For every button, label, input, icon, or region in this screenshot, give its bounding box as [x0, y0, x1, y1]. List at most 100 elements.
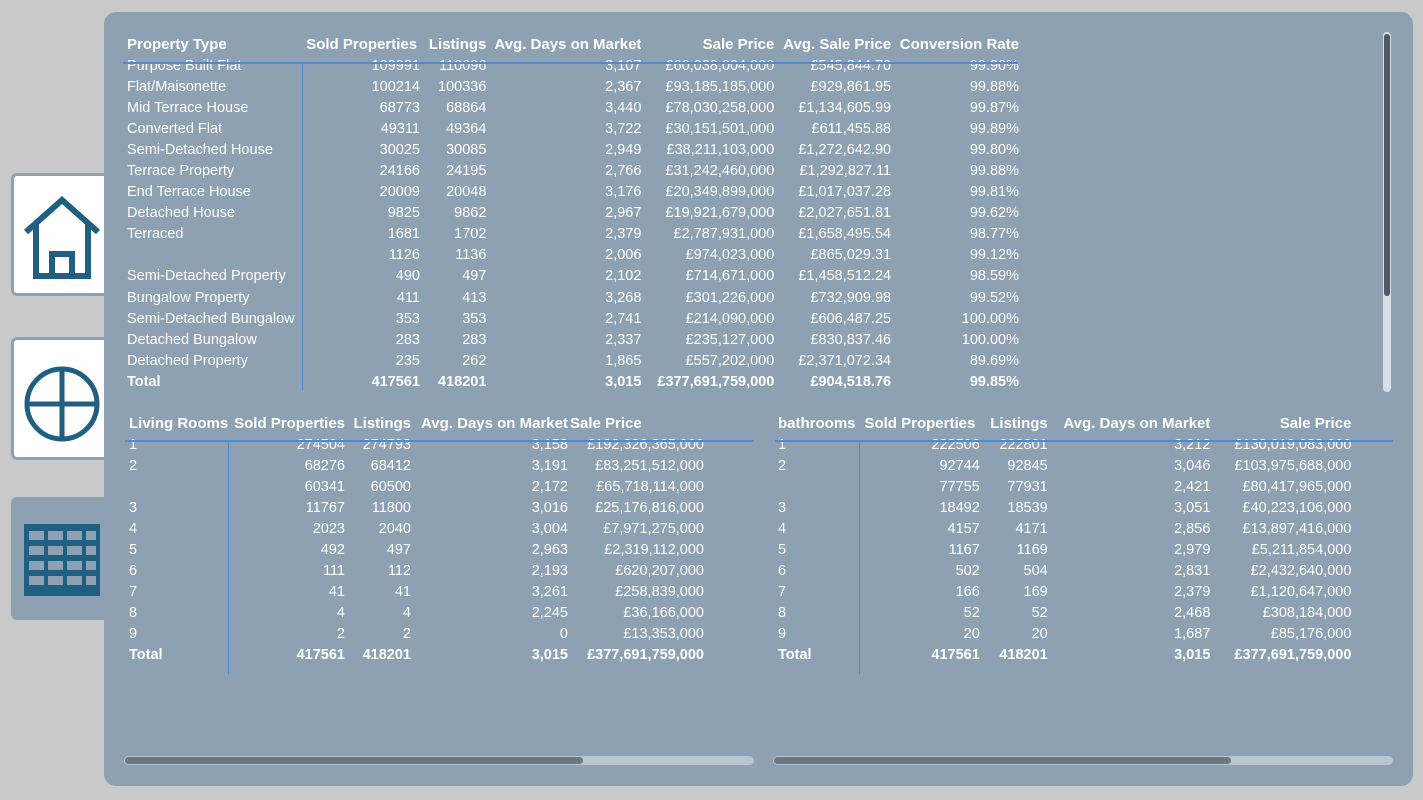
table-row[interactable]: 5 492 497 2,963 £2,319,112,000£4,7 [127, 539, 754, 560]
tab-map-view[interactable] [11, 337, 104, 460]
cell-sold-properties: 4157 [947, 520, 980, 537]
table-row[interactable]: Detached Bungalow 283 283 2,337 £235,127,000… [125, 329, 1019, 350]
table-row[interactable]: Terrace Property 24166 24195 2,766 £31,242,4… [125, 160, 1019, 181]
table-row[interactable]: 7 166 169 2,379 £1,120,647,000£6,75 [776, 582, 1394, 603]
table-row[interactable]: 2 92744 92845 3,046 £103,975,688,000£1,12 [776, 455, 1394, 476]
column-header-living-rooms[interactable]: Living Rooms [127, 412, 229, 434]
column-header-sold-properties[interactable]: Sold Properties [229, 412, 345, 434]
table-row[interactable]: 8 52 52 2,468 £308,184,000£5,92 [776, 603, 1394, 624]
table-row[interactable]: 4 2023 2040 3,004 £7,971,275,000£3,9 [127, 518, 754, 539]
living-rooms-table[interactable]: Living Rooms Sold Properties Listings Avg. … [127, 412, 754, 680]
table-row[interactable]: 6 111 112 2,193 £620,207,000£5,5 [127, 561, 754, 582]
column-header-conversion-rate[interactable]: Conversion Rate [891, 33, 1019, 55]
cell-sale-price: £557,202,000 [685, 352, 775, 369]
cell-sale-price: £13,353,000 [623, 626, 704, 643]
column-divider [302, 63, 303, 390]
cell-avg-sa: £4,25 [1351, 624, 1394, 645]
table-row[interactable]: 8 4 4 2,245 £36,166,000£9,0 [127, 603, 754, 624]
cell-sale-price: £7,971,275,000 [603, 520, 704, 537]
table-row[interactable]: 60341 60500 2,172 £65,718,114,000£1,0 [127, 476, 754, 497]
table-row[interactable]: Detached House 9825 9862 2,967 £19,921,679,0… [125, 203, 1019, 224]
cell-sold-properties: 274504 [296, 436, 345, 453]
column-header-property-type[interactable]: Property Type [125, 33, 304, 55]
cell-avg-sale-price: £1,458,512.24 [798, 268, 892, 285]
table-row[interactable]: 3 18492 18539 3,051 £40,223,106,000£2,17 [776, 497, 1394, 518]
tab-property-type[interactable] [11, 173, 104, 296]
cell-avg-days-on-market: 2,949 [605, 141, 642, 158]
column-header-sale-price[interactable]: Sale Price▼ [568, 412, 704, 435]
cell-sold-properties: 11767 [305, 499, 345, 516]
horizontal-scrollbar-right[interactable] [773, 756, 1393, 765]
cell-avg-s: £9,0 [704, 603, 754, 624]
scrollbar-thumb[interactable] [774, 757, 1231, 764]
cell-conversion-rate: 99.81% [969, 184, 1019, 201]
table-row[interactable]: Terraced 1681 1702 2,379 £2,787,931,000 £1,65… [125, 224, 1019, 245]
cell-listings: 18539 [1007, 499, 1048, 516]
cell-conversion-rate: 99.90% [969, 57, 1019, 74]
table-row[interactable]: 1 274504 274793 3,158 £192,326,365,000£70 [127, 434, 754, 455]
scrollbar-thumb[interactable] [125, 757, 583, 764]
table-row[interactable]: 5 1167 1169 2,979 £5,211,854,000£4,46 [776, 539, 1394, 560]
column-header-listings[interactable]: Listings [980, 412, 1048, 434]
table-total-row[interactable]: Total4175614182013,015£377,691,759,000£9… [125, 371, 1019, 392]
vertical-scrollbar[interactable] [1383, 32, 1391, 392]
column-header-avg-days-on-market[interactable]: Avg. Days on Market [411, 412, 568, 434]
column-header-sold-properties[interactable]: Sold Properties▼ [862, 412, 979, 435]
column-header-listings[interactable]: Listings [345, 412, 411, 434]
row-label: Terraced [127, 226, 184, 243]
table-total-row[interactable]: Total4175614182013,015£377,691,759,000£9… [776, 645, 1394, 666]
table-row[interactable]: 77755 77931 2,421 £80,417,965,000£1,03 [776, 476, 1394, 497]
table-row[interactable]: 9 20 20 1,687 £85,176,000£4,25 [776, 624, 1394, 645]
table-row[interactable]: 1 222506 222801 3,212 £130,019,083,000£58 [776, 434, 1394, 455]
column-header-sale-price[interactable]: Sale Price [641, 33, 775, 55]
table-total-row[interactable]: Total4175614182013,015£377,691,759,000£9… [127, 645, 754, 666]
table-row[interactable]: Mid Terrace House 68773 68864 3,440 £78,030,… [125, 97, 1019, 118]
table-row[interactable]: 9 2 2 0 £13,353,000£6,6 [127, 624, 754, 645]
table-row[interactable]: Converted Flat 49311 49364 3,722 £30,151,501… [125, 118, 1019, 139]
table-row[interactable]: 4 4157 4171 2,856 £13,897,416,000£3,34 [776, 518, 1394, 539]
bathrooms-table[interactable]: bathroomsSold Properties▼ListingsAvg. Da… [776, 412, 1394, 680]
row-label: 8 [778, 605, 787, 622]
table-row[interactable]: 3 11767 11800 3,016 £25,176,816,000£2,1 [127, 497, 754, 518]
table-row[interactable]: 6 502 504 2,831 £2,432,640,000£4,84 [776, 561, 1394, 582]
cell-listings: 77931 [1007, 478, 1048, 495]
table-row[interactable]: Semi-Detached Bungalow 353 353 2,741 £214,09… [125, 308, 1019, 329]
table-row[interactable]: Detached Property 235 262 1,865 £557,202,000… [125, 350, 1019, 371]
table-row[interactable]: 7 41 41 3,261 £258,839,000£6,3 [127, 582, 754, 603]
cell-listings: 30085 [446, 141, 487, 158]
table-row[interactable]: 2 68276 68412 3,191 £83,251,512,000£1,2 [127, 455, 754, 476]
header-divider [775, 440, 1393, 442]
property-type-table[interactable]: Property TypeSold Properties▼ListingsAvg… [125, 33, 1025, 395]
column-header-sale-price[interactable]: Sale Price [1210, 412, 1352, 434]
table-row[interactable]: Semi-Detached Property 490 497 2,102 £714,67… [125, 266, 1019, 287]
cell-listings: 68864 [446, 99, 487, 116]
cell-conversion-rate: 100.00% [961, 331, 1019, 348]
column-header-bathrooms[interactable]: bathrooms [776, 412, 862, 434]
column-header-sold-properties[interactable]: Sold Properties▼ [304, 33, 420, 56]
cell-listings: 20048 [446, 184, 487, 201]
table-row[interactable]: Purpose Built Flat 109991 110096 3,107 £60,0… [125, 55, 1019, 76]
horizontal-scrollbar-left[interactable] [124, 756, 754, 765]
column-header-avg-s[interactable]: Avg. S [704, 412, 754, 434]
sort-descending-icon: ▼ [308, 54, 318, 55]
scrollbar-thumb[interactable] [1384, 34, 1390, 296]
cell-listings: 262 [462, 352, 487, 369]
cell-sale-price: £301,226,000 [685, 289, 775, 306]
table-row[interactable]: Bungalow Property 411 413 3,268 £301,226,000… [125, 287, 1019, 308]
tab-table-view[interactable] [11, 497, 104, 620]
column-header-avg-days-on-market[interactable]: Avg. Days on Market [1048, 412, 1210, 434]
column-header-avg-sa[interactable]: Avg. Sa [1351, 412, 1394, 434]
cell-sold-properties: 30025 [379, 141, 420, 158]
column-header-avg-days-on-market[interactable]: Avg. Days on Market [486, 33, 641, 55]
cell-sale-price: £620,207,000 [615, 563, 704, 580]
column-header-avg-sale-price[interactable]: Avg. Sale Price [774, 33, 891, 55]
cell-sale-price: £130,019,083,000 [1234, 436, 1352, 453]
table-row[interactable]: Flat/Maisonette 100214 100336 2,367 £93,185,… [125, 76, 1019, 97]
table-row[interactable]: Semi-Detached House 30025 30085 2,949 £38,21… [125, 139, 1019, 160]
column-header-listings[interactable]: Listings [420, 33, 487, 55]
table-header-row: bathroomsSold Properties▼ListingsAvg. Da… [776, 412, 1394, 435]
table-row[interactable]: End Terrace House 20009 20048 3,176 £20,349,… [125, 182, 1019, 203]
header-divider [125, 440, 754, 442]
table-row[interactable]: 1126 1136 2,006 £974,023,000 £865,029.31 99.1… [125, 245, 1019, 266]
cell-sold-properties: 411 [396, 289, 420, 306]
